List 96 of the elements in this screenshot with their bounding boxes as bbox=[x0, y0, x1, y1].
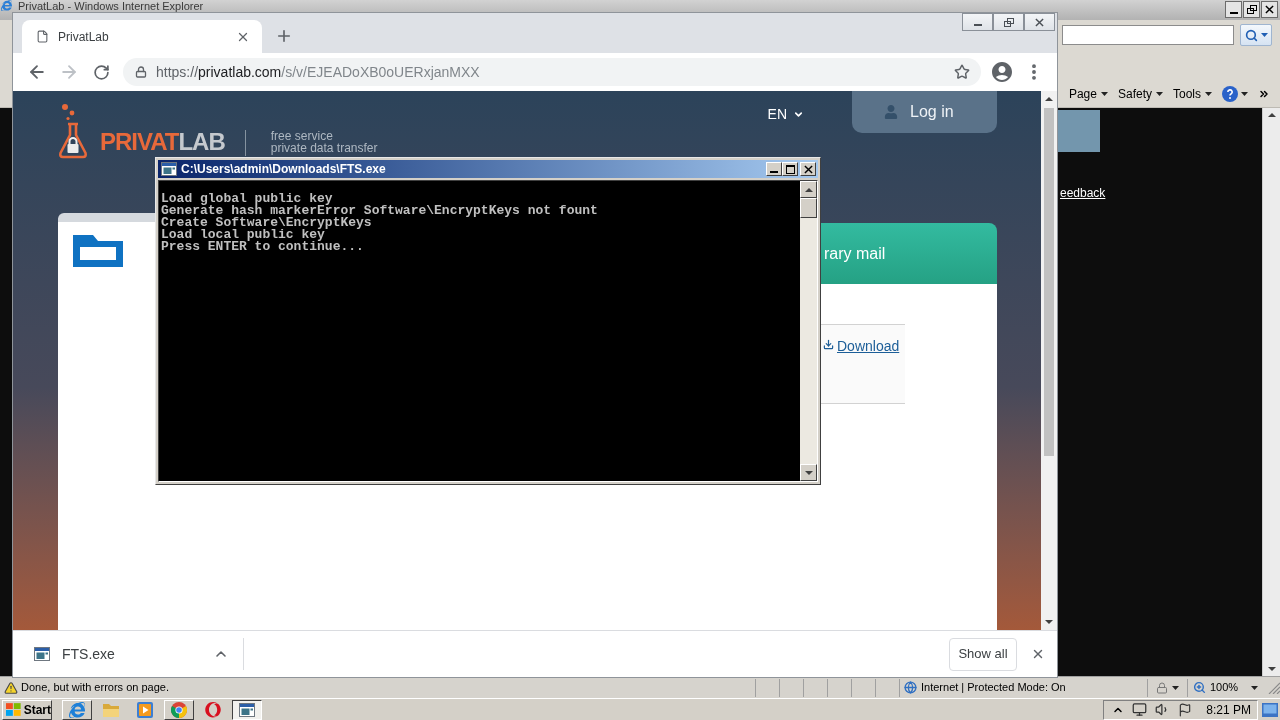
scroll-up-icon bbox=[804, 187, 813, 192]
tagline-text: free service bbox=[270, 130, 334, 142]
flag-icon[interactable] bbox=[1178, 702, 1193, 717]
text-link[interactable]: eedback bbox=[1060, 186, 1106, 200]
scroll-up-button[interactable] bbox=[800, 181, 817, 198]
page-icon bbox=[36, 29, 49, 44]
scroll-down-icon bbox=[1267, 667, 1276, 671]
close-icon bbox=[1035, 17, 1044, 27]
reload-icon bbox=[92, 63, 110, 81]
console-icon bbox=[161, 162, 177, 176]
security-zone-text: Internet | Protected Mode: On bbox=[921, 680, 1066, 696]
maximize-icon bbox=[785, 164, 795, 174]
lock-icon bbox=[1156, 681, 1168, 694]
zoom-button[interactable]: 100% bbox=[1187, 678, 1264, 697]
close-button[interactable] bbox=[1261, 1, 1278, 18]
flask-lock-logo-icon bbox=[58, 104, 88, 159]
search-icon bbox=[1244, 28, 1258, 42]
caret-down-icon bbox=[1205, 91, 1212, 96]
clock: 8:21 PM bbox=[1206, 701, 1251, 719]
image-placeholder bbox=[1058, 110, 1100, 152]
caret-down-icon bbox=[1100, 91, 1108, 96]
language-selector[interactable]: EN bbox=[767, 104, 804, 125]
show-desktop-icon[interactable] bbox=[1262, 702, 1278, 717]
warning-icon bbox=[4, 680, 18, 695]
restore-button[interactable] bbox=[1243, 1, 1260, 18]
browser-tab[interactable]: PrivatLab bbox=[22, 20, 262, 53]
logo-wordmark: PRIVATLAB bbox=[100, 129, 225, 155]
scroll-down-icon bbox=[804, 470, 813, 475]
caret-down-icon bbox=[1251, 685, 1258, 690]
globe-icon bbox=[904, 681, 917, 694]
status-message: Done, but with errors on page. bbox=[21, 680, 169, 696]
restore-icon bbox=[1246, 5, 1257, 14]
zoom-icon bbox=[1193, 681, 1206, 694]
scrollbar-thumb[interactable] bbox=[1044, 108, 1054, 456]
close-button[interactable] bbox=[1024, 13, 1055, 31]
scroll-down-button[interactable] bbox=[800, 464, 817, 481]
folder-icon bbox=[103, 702, 119, 717]
menu-button[interactable]: Page bbox=[1068, 84, 1108, 103]
caret-down-icon bbox=[1241, 91, 1248, 96]
show-all-button[interactable]: Show all bbox=[949, 637, 1017, 671]
resize-grip-icon bbox=[1268, 681, 1280, 694]
close-icon bbox=[1265, 5, 1274, 14]
start-button[interactable]: Start bbox=[2, 699, 52, 720]
tagline-text: private data transfer bbox=[270, 142, 378, 154]
minimize-icon bbox=[770, 171, 778, 173]
console-line: Load global public key bbox=[161, 193, 333, 205]
menu-button[interactable]: Safety bbox=[1117, 84, 1163, 103]
chrome-icon bbox=[171, 701, 187, 718]
restore-icon bbox=[1003, 17, 1014, 27]
file-icon bbox=[34, 647, 50, 661]
folder-icon bbox=[73, 235, 123, 267]
address-bar[interactable]: https://privatlab.com/s/v/EJEADoXB0oUERxjanMXX bbox=[123, 58, 981, 86]
console-line: Load local public key bbox=[161, 229, 325, 241]
download-icon bbox=[823, 338, 834, 351]
restore-button[interactable] bbox=[993, 13, 1024, 31]
console-title: C:\Users\admin\Downloads\FTS.exe bbox=[181, 161, 386, 178]
minimize-button[interactable] bbox=[1225, 1, 1242, 18]
console-line: Press ENTER to continue... bbox=[161, 241, 364, 253]
window-title: PrivatLab - Windows Internet Explorer bbox=[18, 0, 204, 12]
close-icon[interactable] bbox=[1031, 647, 1045, 661]
opera-icon bbox=[205, 701, 221, 718]
search-button[interactable] bbox=[1240, 24, 1272, 46]
forward-arrow-icon bbox=[59, 62, 79, 82]
scrollbar-thumb[interactable] bbox=[800, 198, 817, 218]
scroll-down-icon bbox=[1045, 620, 1053, 624]
caret-down-icon bbox=[1156, 91, 1163, 96]
menu-button[interactable]: Tools bbox=[1173, 84, 1212, 103]
minimize-icon bbox=[1229, 11, 1238, 14]
console-line: Generate hash markerError Software\EncryptKeys not fount bbox=[161, 205, 598, 217]
windows-flag-icon bbox=[6, 703, 21, 716]
bookmark-star-icon[interactable] bbox=[954, 64, 970, 80]
ie-icon bbox=[1, 0, 12, 11]
account-icon[interactable] bbox=[990, 60, 1014, 84]
user-icon bbox=[884, 105, 898, 119]
console-line: Create Software\EncryptKeys bbox=[161, 217, 372, 229]
console-icon bbox=[239, 702, 255, 717]
help-button[interactable] bbox=[1222, 85, 1248, 102]
caret-down-icon bbox=[1260, 33, 1268, 37]
maximize-button[interactable] bbox=[782, 162, 798, 176]
download-link[interactable]: Download bbox=[837, 338, 900, 354]
minimize-icon bbox=[973, 24, 982, 26]
download-item[interactable]: FTS.exe bbox=[13, 638, 244, 670]
plus-icon bbox=[275, 27, 293, 45]
chevron-down-icon bbox=[793, 109, 804, 120]
minimize-button[interactable] bbox=[962, 13, 993, 31]
monitor-icon[interactable] bbox=[1132, 702, 1148, 717]
search-field[interactable] bbox=[1062, 25, 1234, 45]
lock-icon bbox=[135, 66, 147, 78]
caret-down-icon bbox=[1172, 685, 1179, 690]
taskbar-button[interactable] bbox=[232, 699, 262, 720]
ie-icon bbox=[69, 701, 85, 718]
scroll-up-icon bbox=[1045, 97, 1053, 101]
scroll-up-icon bbox=[1267, 113, 1276, 117]
help-icon bbox=[1222, 85, 1238, 102]
close-icon bbox=[803, 164, 813, 174]
login-button[interactable]: Log in bbox=[852, 91, 997, 133]
